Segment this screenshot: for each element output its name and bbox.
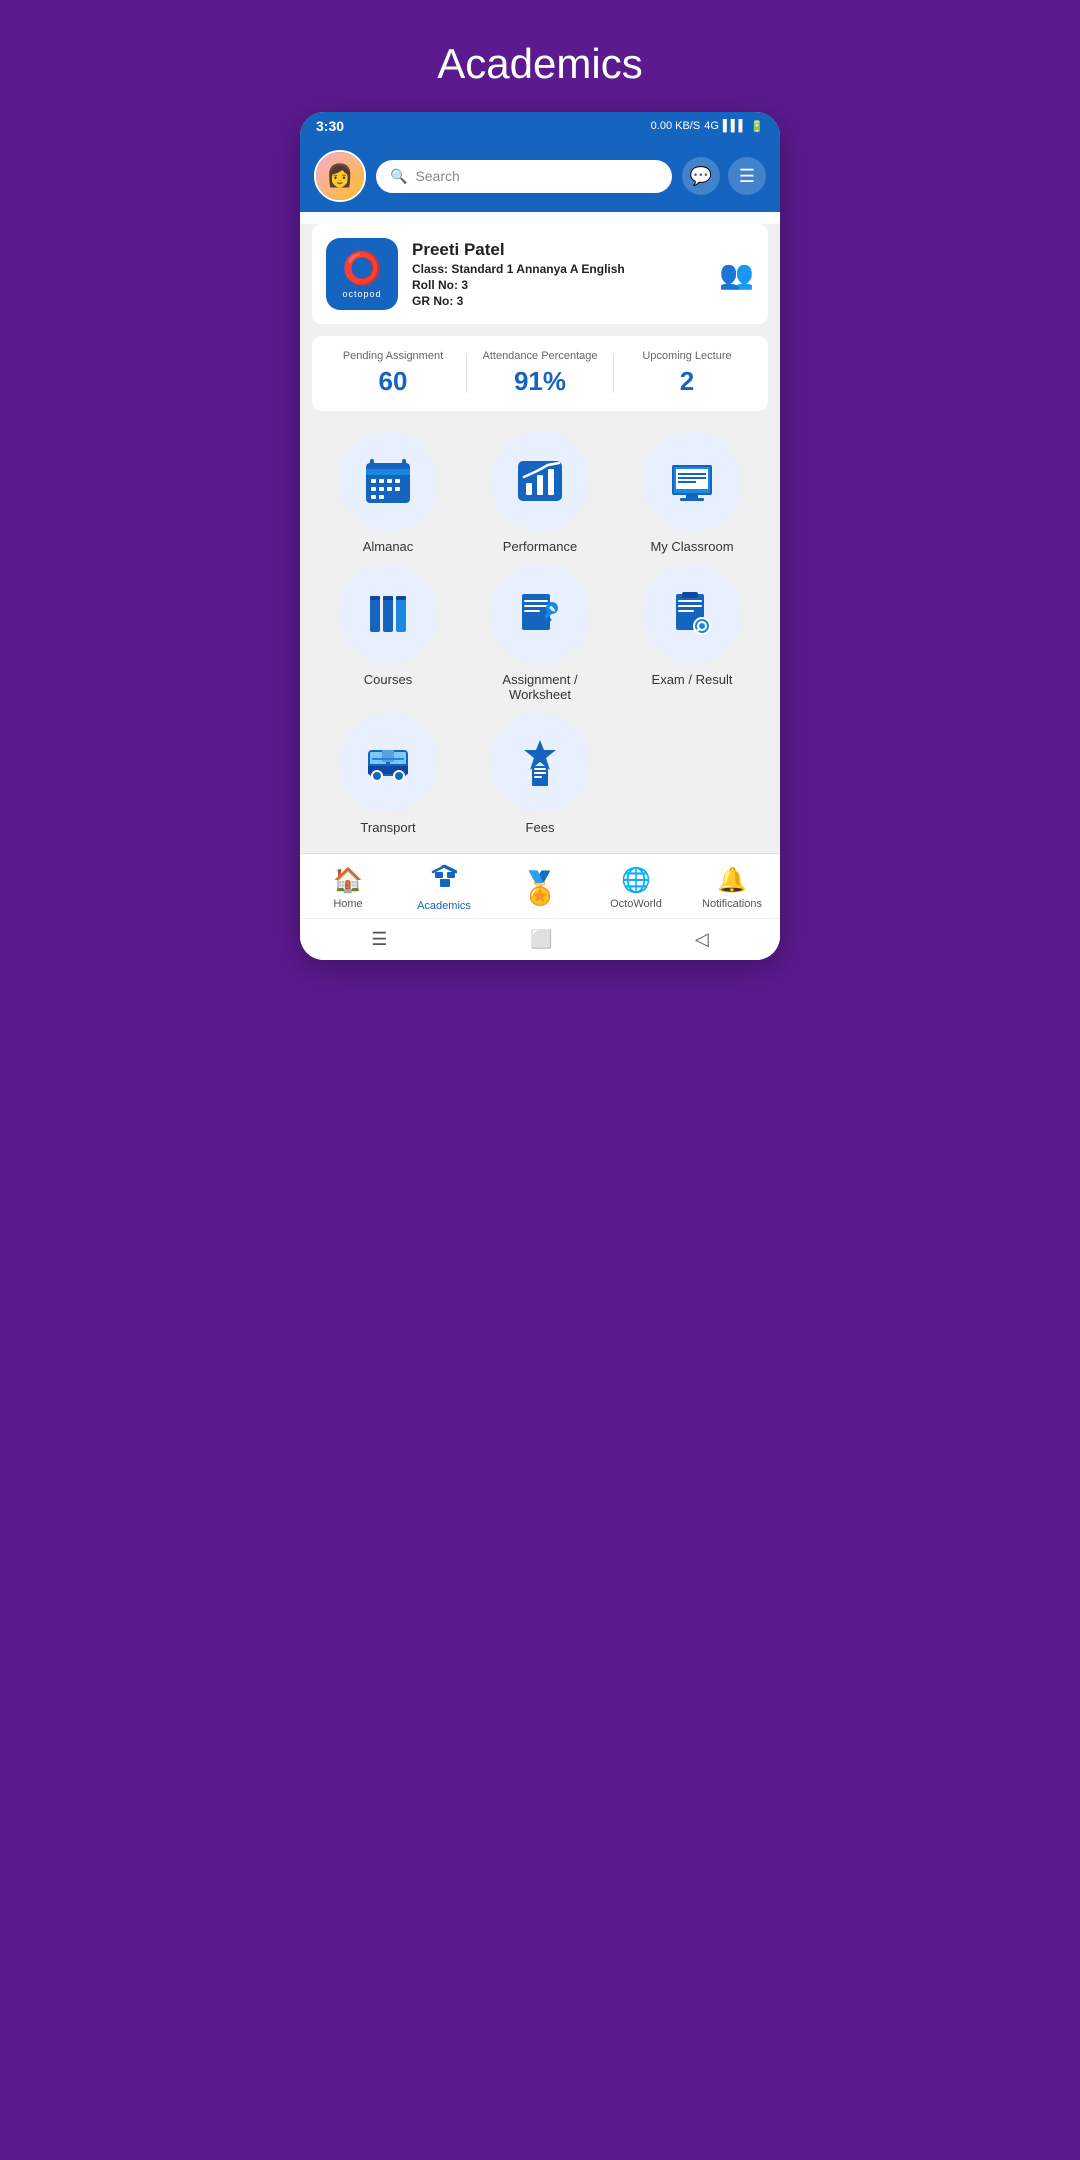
avatar[interactable]: 👩 xyxy=(314,150,366,202)
octoworld-icon: 🌐 xyxy=(621,866,651,895)
fees-icon-circle xyxy=(490,712,590,812)
grid-row-3: Transport Fees xyxy=(312,712,768,835)
transport-icon-circle xyxy=(338,712,438,812)
stat-attendance-value: 91% xyxy=(467,366,613,397)
stat-pending[interactable]: Pending Assignment 60 xyxy=(320,350,466,397)
search-placeholder: Search xyxy=(415,168,459,184)
myclassroom-label: My Classroom xyxy=(650,539,733,554)
chat-button[interactable]: 💬 xyxy=(682,157,720,195)
header-icons: 💬 ☰ xyxy=(682,157,766,195)
battery-icon: 🔋 xyxy=(750,120,764,133)
home-icon: 🏠 xyxy=(333,866,363,895)
almanac-label: Almanac xyxy=(363,539,414,554)
signal-icon: ▌▌▌ xyxy=(723,120,746,132)
grid-row-2: Courses ✎ xyxy=(312,564,768,702)
chat-icon: 💬 xyxy=(690,166,712,187)
stat-attendance-label: Attendance Percentage xyxy=(467,350,613,362)
notifications-icon: 🔔 xyxy=(717,866,747,895)
status-right: 0.00 KB/S 4G ▌▌▌ 🔋 xyxy=(651,120,764,133)
search-icon: 🔍 xyxy=(390,168,407,185)
nav-octoworld-label: OctoWorld xyxy=(610,898,662,910)
menu-icon: ☰ xyxy=(739,166,755,187)
exam-icon-circle xyxy=(642,564,742,664)
center-icon: 🏅 xyxy=(520,869,560,907)
performance-icon-circle xyxy=(490,431,590,531)
grid-item-courses[interactable]: Courses xyxy=(312,564,464,702)
profile-roll: Roll No: 3 xyxy=(412,278,705,292)
grid-item-almanac[interactable]: Almanac xyxy=(312,431,464,554)
assignment-icon-circle: ✎ xyxy=(490,564,590,664)
myclassroom-icon-circle xyxy=(642,431,742,531)
nav-octoworld[interactable]: 🌐 OctoWorld xyxy=(588,866,684,910)
nav-home[interactable]: 🏠 Home xyxy=(300,866,396,910)
performance-label: Performance xyxy=(503,539,577,554)
exam-label: Exam / Result xyxy=(652,672,733,687)
avatar-image: 👩 xyxy=(316,152,364,200)
sys-home-btn[interactable]: ⬜ xyxy=(530,929,552,950)
nav-academics[interactable]: Academics xyxy=(396,864,492,912)
courses-label: Courses xyxy=(364,672,412,687)
status-carrier: 4G xyxy=(704,120,719,132)
grid-item-fees[interactable]: Fees xyxy=(464,712,616,835)
grid-item-exam[interactable]: Exam / Result xyxy=(616,564,768,702)
grid-row-1: Almanac Performance xyxy=(312,431,768,554)
profile-card: ⭕ octopod Preeti Patel Class: Standard 1… xyxy=(312,224,768,324)
status-bar: 3:30 0.00 KB/S 4G ▌▌▌ 🔋 xyxy=(300,112,780,140)
sys-menu-btn[interactable]: ☰ xyxy=(371,929,387,950)
stat-lecture-value: 2 xyxy=(614,366,760,397)
grid-item-myclassroom[interactable]: My Classroom xyxy=(616,431,768,554)
page-title: Academics xyxy=(437,40,642,88)
menu-button[interactable]: ☰ xyxy=(728,157,766,195)
octopod-text: octopod xyxy=(342,289,381,299)
status-network: 0.00 KB/S xyxy=(651,120,701,132)
status-time: 3:30 xyxy=(316,118,344,134)
grid-section: Almanac Performance xyxy=(300,423,780,853)
profile-gr: GR No: 3 xyxy=(412,294,705,308)
stat-pending-label: Pending Assignment xyxy=(320,350,466,362)
profile-name: Preeti Patel xyxy=(412,240,705,260)
phone-frame: 3:30 0.00 KB/S 4G ▌▌▌ 🔋 👩 🔍 Search 💬 xyxy=(300,112,780,960)
nav-home-label: Home xyxy=(333,898,362,910)
nav-notifications[interactable]: 🔔 Notifications xyxy=(684,866,780,910)
assignment-label: Assignment /Worksheet xyxy=(502,672,577,702)
profile-class: Class: Standard 1 Annanya A English xyxy=(412,262,705,276)
main-content: ⭕ octopod Preeti Patel Class: Standard 1… xyxy=(300,224,780,960)
academics-icon xyxy=(431,864,457,897)
bottom-nav: 🏠 Home Academics xyxy=(300,853,780,918)
profile-info: Preeti Patel Class: Standard 1 Annanya A… xyxy=(412,240,705,308)
octopod-icon: ⭕ xyxy=(342,249,382,287)
transport-label: Transport xyxy=(360,820,415,835)
system-nav: ☰ ⬜ ◁ xyxy=(300,918,780,960)
grid-item-transport[interactable]: Transport xyxy=(312,712,464,835)
sys-back-btn[interactable]: ◁ xyxy=(695,929,709,950)
courses-icon-circle xyxy=(338,564,438,664)
grid-item-assignment[interactable]: ✎ Assignment /Worksheet xyxy=(464,564,616,702)
octopod-logo: ⭕ octopod xyxy=(326,238,398,310)
search-bar[interactable]: 🔍 Search xyxy=(376,160,672,193)
grid-item-performance[interactable]: Performance xyxy=(464,431,616,554)
nav-academics-label: Academics xyxy=(417,900,471,912)
svg-text:✎: ✎ xyxy=(549,605,556,614)
stat-lecture-label: Upcoming Lecture xyxy=(614,350,760,362)
nav-center[interactable]: 🏅 xyxy=(492,869,588,907)
nav-notifications-label: Notifications xyxy=(702,898,762,910)
fees-label: Fees xyxy=(526,820,555,835)
stat-pending-value: 60 xyxy=(320,366,466,397)
stats-row: Pending Assignment 60 Attendance Percent… xyxy=(312,336,768,411)
stat-lecture[interactable]: Upcoming Lecture 2 xyxy=(614,350,760,397)
header: 👩 🔍 Search 💬 ☰ xyxy=(300,140,780,212)
family-icon[interactable]: 👥 xyxy=(719,258,754,291)
stat-attendance[interactable]: Attendance Percentage 91% xyxy=(467,350,613,397)
almanac-icon-circle xyxy=(338,431,438,531)
